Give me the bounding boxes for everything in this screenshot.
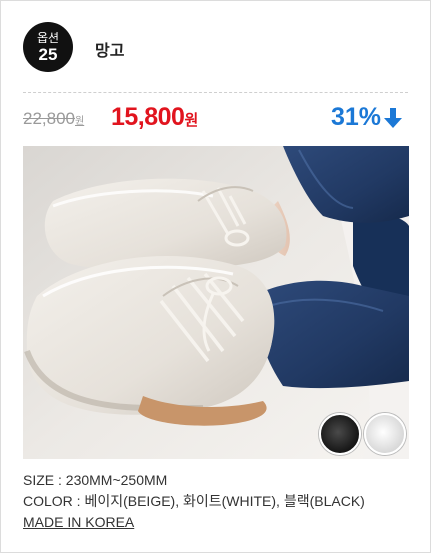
product-specs: SIZE : 230MM~250MM COLOR : 베이지(BEIGE), 화… bbox=[23, 470, 365, 533]
product-option-card[interactable]: 옵션 25 망고 22,800원 15,800원 31% SIZE: 230M… bbox=[0, 0, 431, 553]
arrow-down-icon bbox=[384, 107, 402, 129]
discount-rate: 31% bbox=[331, 103, 402, 132]
sale-price-unit: 원 bbox=[184, 112, 198, 129]
black-swatch[interactable] bbox=[319, 413, 361, 455]
product-name[interactable]: 망고 bbox=[95, 37, 124, 61]
white-swatch[interactable] bbox=[364, 413, 406, 455]
divider bbox=[23, 92, 408, 93]
sale-price-value: 15,800 bbox=[111, 103, 185, 131]
loafer-shoes-illustration bbox=[23, 146, 409, 459]
sale-price: 15,800원 bbox=[111, 103, 198, 132]
option-number: 25 bbox=[38, 45, 58, 64]
product-photo[interactable] bbox=[23, 146, 409, 459]
color-spec: COLOR : 베이지(BEIGE), 화이트(WHITE), 블랙(BLACK… bbox=[23, 493, 365, 509]
origin-spec: MADE IN KOREA bbox=[23, 514, 135, 530]
original-price-value: 22,800 bbox=[23, 109, 75, 128]
discount-value: 31% bbox=[330, 103, 381, 131]
size-spec: SIZE : 230MM~250MM bbox=[23, 472, 168, 488]
original-price: 22,800원 bbox=[23, 109, 84, 129]
option-label: 옵션 bbox=[36, 31, 60, 45]
original-price-unit: 원 bbox=[75, 116, 85, 127]
option-badge: 옵션 25 bbox=[23, 22, 73, 72]
